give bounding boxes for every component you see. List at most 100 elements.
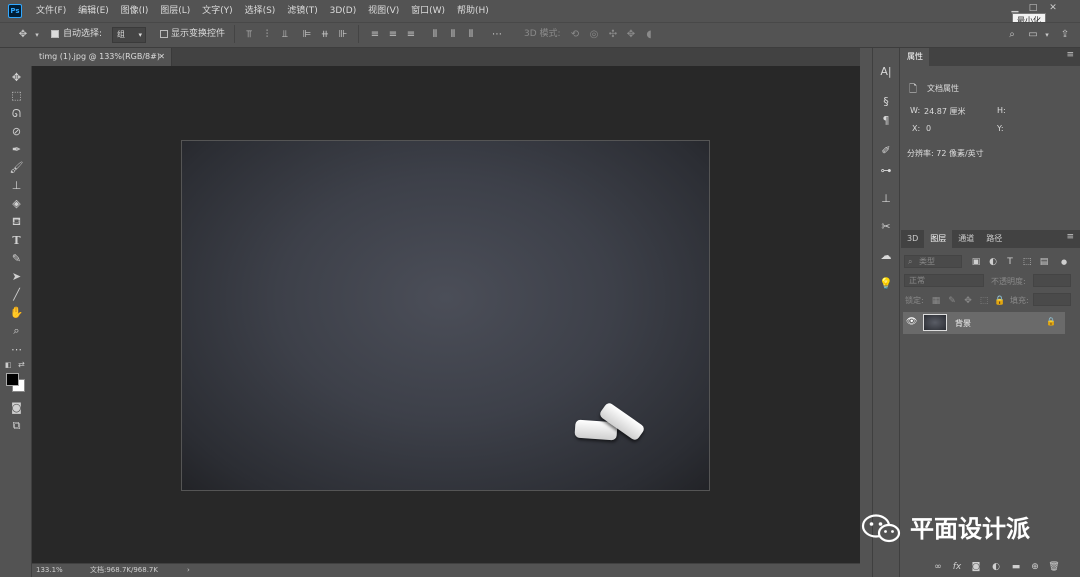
status-menu-arrow-icon[interactable]: › [187, 564, 190, 577]
filter-pixel-icon[interactable]: ▣ [970, 256, 982, 268]
fill-field[interactable] [1033, 293, 1071, 306]
quick-mask-icon[interactable]: ◙ [9, 400, 24, 415]
close-tab-icon[interactable]: ✕ [158, 48, 165, 66]
libraries-icon[interactable]: ☁ [878, 248, 894, 264]
filter-type-icon[interactable]: T [1004, 256, 1016, 268]
layer-mask-icon[interactable]: ◙ [970, 561, 982, 573]
lock-transparent-icon[interactable]: ▦ [930, 295, 942, 307]
character-panel-icon[interactable]: A| [878, 64, 894, 80]
new-group-icon[interactable]: ▬ [1010, 561, 1022, 573]
distribute-right-icon[interactable]: ⫴ [464, 28, 478, 42]
menu-type[interactable]: 文字(Y) [202, 0, 233, 22]
align-right-icon[interactable]: ⊪ [336, 28, 350, 42]
lock-all-icon[interactable]: 🔒 [994, 295, 1006, 307]
marquee-tool-icon[interactable]: ⬚ [9, 88, 24, 103]
swap-colors-icon[interactable]: ⇄ [18, 360, 26, 369]
blend-mode-dropdown[interactable]: 正常 [904, 274, 984, 287]
type-tool-icon[interactable]: T [9, 233, 24, 248]
tab-layers[interactable]: 图层 [924, 230, 953, 248]
search-icon[interactable]: ⌕ [1005, 28, 1019, 42]
menu-layer[interactable]: 图层(L) [160, 0, 190, 22]
menu-help[interactable]: 帮助(H) [457, 0, 489, 22]
eye-visibility-icon[interactable]: 👁 [906, 317, 917, 327]
filter-shape-icon[interactable]: ⬚ [1021, 256, 1033, 268]
zoom-tool-icon[interactable]: ⌕ [9, 323, 24, 338]
brush-tool-icon[interactable]: 🖌 [9, 160, 24, 175]
chevron-down-icon[interactable]: ▾ [1040, 28, 1054, 42]
eraser-tool-icon[interactable]: ◈ [9, 196, 24, 211]
panel-menu-icon[interactable]: ≡ [1066, 50, 1074, 60]
document-tab[interactable]: timg (1).jpg @ 133%(RGB/8#) ✕ [32, 48, 172, 66]
pen-tool-icon[interactable]: ✎ [9, 251, 24, 266]
paragraph-panel-icon[interactable]: ¶ [878, 113, 894, 129]
chevron-down-icon[interactable]: ▾ [30, 28, 44, 42]
tab-channels[interactable]: 通道 [952, 230, 980, 248]
learn-icon[interactable]: 💡 [878, 276, 894, 292]
lock-position-icon[interactable]: ✥ [962, 295, 974, 307]
paint-bucket-tool-icon[interactable]: ⛾ [9, 214, 24, 229]
more-tools-icon[interactable]: ⋯ [9, 342, 24, 357]
menu-filter[interactable]: 滤镜(T) [287, 0, 318, 22]
tab-3d[interactable]: 3D [901, 230, 924, 248]
stamp-tool-icon[interactable]: ⊥ [9, 178, 24, 193]
auto-select-checkbox[interactable] [51, 30, 59, 38]
menu-image[interactable]: 图像(I) [121, 0, 149, 22]
tab-paths[interactable]: 路径 [980, 230, 1008, 248]
lasso-tool-icon[interactable]: ᘏ [9, 106, 24, 121]
distribute-top-icon[interactable]: ≡ [368, 28, 382, 42]
quick-select-tool-icon[interactable]: ⊘ [9, 124, 24, 139]
align-hcenter-icon[interactable]: ⧺ [318, 28, 332, 42]
path-select-tool-icon[interactable]: ➤ [9, 269, 24, 284]
screen-mode-icon[interactable]: ⧉ [9, 418, 24, 433]
eyedropper-tool-icon[interactable]: ✒ [9, 142, 24, 157]
align-vcenter-icon[interactable]: ⫶ [260, 28, 274, 42]
share-icon[interactable]: ⇪ [1058, 28, 1072, 42]
layer-lock-icon[interactable]: 🔒 [1046, 317, 1056, 326]
adjustments-icon[interactable]: ⊶ [878, 163, 894, 179]
distribute-hcenter-icon[interactable]: ⫴ [446, 28, 460, 42]
filter-toggle-icon[interactable]: ● [1058, 256, 1070, 268]
distribute-left-icon[interactable]: ⫴ [428, 28, 442, 42]
menu-select[interactable]: 选择(S) [245, 0, 276, 22]
distribute-vcenter-icon[interactable]: ≡ [386, 28, 400, 42]
align-bottom-icon[interactable]: ⫫ [278, 28, 292, 42]
menu-window[interactable]: 窗口(W) [411, 0, 445, 22]
align-left-icon[interactable]: ⊫ [300, 28, 314, 42]
lock-image-icon[interactable]: ✎ [946, 295, 958, 307]
menu-edit[interactable]: 编辑(E) [78, 0, 109, 22]
align-top-icon[interactable]: ⫪ [242, 28, 256, 42]
layer-filter-dropdown[interactable]: ⌕ 类型 [904, 255, 962, 268]
more-options-icon[interactable]: ⋯ [490, 28, 504, 42]
menu-file[interactable]: 文件(F) [36, 0, 66, 22]
move-tool-icon[interactable]: ✥ [16, 28, 30, 42]
x-value[interactable]: 0 [926, 124, 931, 133]
menu-view[interactable]: 视图(V) [368, 0, 399, 22]
opacity-field[interactable] [1033, 274, 1071, 287]
panel-menu-icon[interactable]: ≡ [1066, 232, 1074, 242]
close-window-icon[interactable]: ✕ [1046, 2, 1060, 14]
filter-adjustment-icon[interactable]: ◐ [987, 256, 999, 268]
lock-artboard-icon[interactable]: ⬚ [978, 295, 990, 307]
default-colors-icon[interactable]: ◧ [5, 361, 13, 369]
character-styles-icon[interactable]: § [878, 94, 894, 110]
layer-thumbnail[interactable] [923, 314, 947, 331]
zoom-level[interactable]: 133.1% [36, 564, 63, 577]
new-layer-icon[interactable]: ⊕ [1029, 561, 1041, 573]
layer-name[interactable]: 背景 [955, 318, 971, 329]
tool-presets-icon[interactable]: ✂ [878, 219, 894, 235]
document-image[interactable] [181, 140, 710, 491]
layer-style-icon[interactable]: fx [951, 561, 963, 573]
link-layers-icon[interactable]: ∞ [932, 561, 944, 573]
brush-settings-icon[interactable]: ✐ [878, 143, 894, 159]
move-tool-icon[interactable]: ✥ [9, 70, 24, 85]
distribute-bottom-icon[interactable]: ≡ [404, 28, 418, 42]
show-transform-checkbox[interactable] [160, 30, 168, 38]
line-tool-icon[interactable]: ╱ [9, 287, 24, 302]
delete-layer-icon[interactable]: 🗑 [1048, 561, 1060, 573]
adjustment-layer-icon[interactable]: ◐ [990, 561, 1002, 573]
width-value[interactable]: 24.87 厘米 [924, 106, 965, 117]
auto-select-target-dropdown[interactable]: 组 ▾ [112, 27, 146, 43]
filter-smart-object-icon[interactable]: ▤ [1038, 256, 1050, 268]
foreground-color-swatch[interactable] [6, 373, 19, 386]
menu-3d[interactable]: 3D(D) [330, 0, 357, 22]
